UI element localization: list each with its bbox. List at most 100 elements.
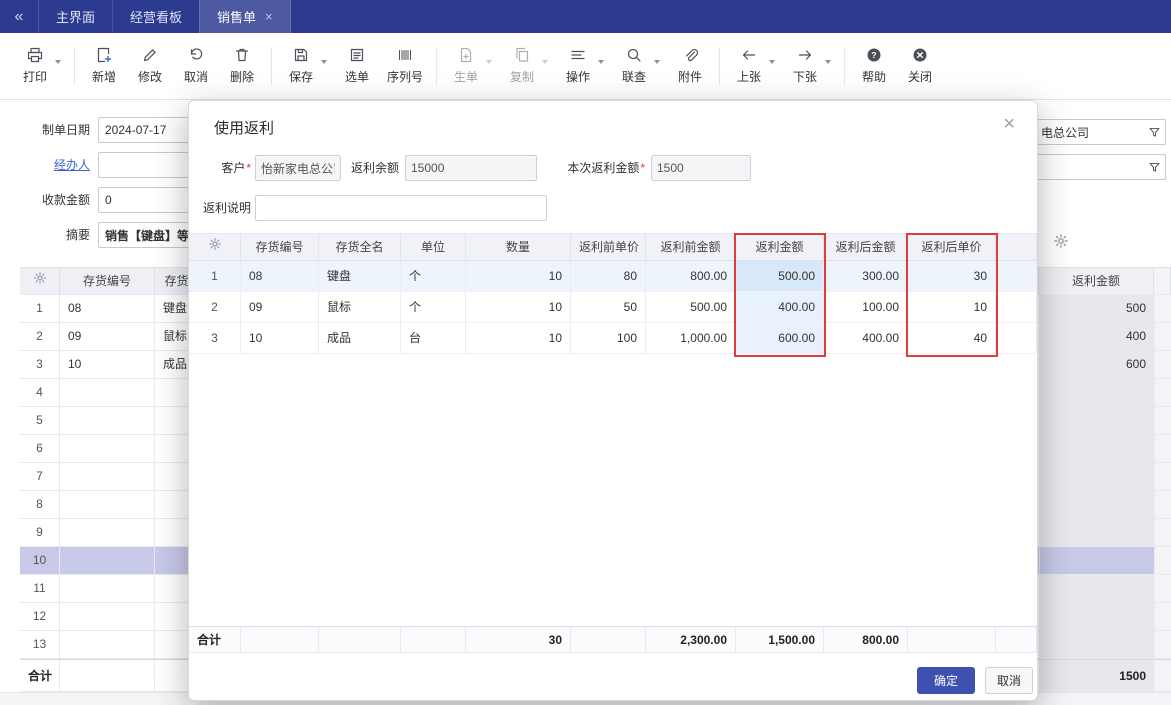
filter-icon[interactable] <box>1148 126 1161 139</box>
toolbar-button-打印[interactable]: 打印 <box>12 44 68 88</box>
cell-num[interactable]: 3 <box>20 351 60 378</box>
toolbar-button-下张[interactable]: 下张 <box>782 44 838 88</box>
customer-input[interactable]: 电总公司 <box>1036 119 1166 145</box>
cell-num[interactable]: 8 <box>20 491 60 518</box>
toolbar-button-修改[interactable]: 修改 <box>127 44 173 88</box>
cell-num[interactable]: 2 <box>20 323 60 350</box>
cell-unit[interactable]: 个 <box>401 292 466 322</box>
dropdown-caret-icon[interactable] <box>654 60 660 64</box>
dropdown-caret-icon[interactable] <box>825 60 831 64</box>
grid-settings-icon[interactable] <box>1053 233 1069 249</box>
cell-rebate[interactable]: 600 <box>1040 351 1155 378</box>
cell-rebate[interactable] <box>1040 407 1155 434</box>
cell-pre_amt[interactable]: 500.00 <box>646 292 736 322</box>
column-header-unit[interactable]: 单位 <box>401 234 466 260</box>
column-header-pre_price[interactable]: 返利前单价 <box>571 234 646 260</box>
cell-num[interactable]: 5 <box>20 407 60 434</box>
cell-qty[interactable]: 10 <box>466 261 571 291</box>
cell-num[interactable]: 9 <box>20 519 60 546</box>
column-header-code[interactable]: 存货编号 <box>241 234 319 260</box>
grid-settings-icon[interactable] <box>189 234 241 260</box>
table-row[interactable]: 310成品台101001,000.00600.00400.0040 <box>189 323 1037 354</box>
cell-post_price[interactable]: 10 <box>908 292 996 322</box>
toolbar-button-上张[interactable]: 上张 <box>726 44 782 88</box>
secondary-reference-input[interactable] <box>1036 154 1166 180</box>
column-header-post_amt[interactable]: 返利后金额 <box>824 234 908 260</box>
toolbar-button-附件[interactable]: 附件 <box>667 44 713 88</box>
rebate-amount-field-input[interactable] <box>651 155 751 181</box>
cell-name[interactable]: 键盘 <box>319 261 401 291</box>
handler-link[interactable]: 经办人 <box>24 152 90 178</box>
collapse-sidebar-button[interactable]: « <box>0 0 38 33</box>
customer-field-input[interactable] <box>255 155 341 181</box>
cell-num[interactable]: 1 <box>20 295 60 322</box>
cell-rebate[interactable] <box>1040 491 1155 518</box>
ok-button[interactable]: 确定 <box>917 667 975 694</box>
cell-post_price[interactable]: 40 <box>908 323 996 353</box>
cell-code[interactable] <box>60 519 155 546</box>
column-header-name[interactable]: 存货全名 <box>319 234 401 260</box>
cell-num[interactable]: 13 <box>20 631 60 658</box>
toolbar-button-关闭[interactable]: 关闭 <box>897 44 943 88</box>
cell-code[interactable] <box>60 603 155 630</box>
cell-qty[interactable]: 10 <box>466 323 571 353</box>
toolbar-button-帮助[interactable]: ?帮助 <box>851 44 897 88</box>
cell-pre_price[interactable]: 50 <box>571 292 646 322</box>
cell-name[interactable]: 鼠标 <box>319 292 401 322</box>
cell-code[interactable]: 08 <box>60 295 155 322</box>
column-header-pre_amt[interactable]: 返利前金额 <box>646 234 736 260</box>
cell-code[interactable] <box>60 575 155 602</box>
cell-code[interactable] <box>60 379 155 406</box>
cell-rebate[interactable]: 600.00 <box>736 323 824 353</box>
table-row[interactable]: 209鼠标个1050500.00400.00100.0010 <box>189 292 1037 323</box>
toolbar-button-新增[interactable]: 新增 <box>81 44 127 88</box>
cell-num[interactable]: 6 <box>20 435 60 462</box>
toolbar-button-联查[interactable]: 联查 <box>611 44 667 88</box>
cancel-button[interactable]: 取消 <box>985 667 1033 694</box>
cell-rebate[interactable] <box>1040 463 1155 490</box>
cell-code[interactable]: 09 <box>241 292 319 322</box>
cell-pre_price[interactable]: 80 <box>571 261 646 291</box>
dropdown-caret-icon[interactable] <box>542 60 548 64</box>
tab-销售单[interactable]: 销售单× <box>199 0 291 33</box>
dropdown-caret-icon[interactable] <box>769 60 775 64</box>
cell-post_amt[interactable]: 100.00 <box>824 292 908 322</box>
toolbar-button-取消[interactable]: 取消 <box>173 44 219 88</box>
grid-settings-icon[interactable] <box>20 268 60 294</box>
cell-post_amt[interactable]: 300.00 <box>824 261 908 291</box>
cell-rebate[interactable] <box>1040 575 1155 602</box>
cell-code[interactable]: 10 <box>60 351 155 378</box>
table-row[interactable]: 108键盘个1080800.00500.00300.0030 <box>189 261 1037 292</box>
cell-rebate[interactable] <box>1040 603 1155 630</box>
cell-qty[interactable]: 10 <box>466 292 571 322</box>
dropdown-caret-icon[interactable] <box>55 60 61 64</box>
cell-code[interactable] <box>60 463 155 490</box>
balance-field-input[interactable] <box>405 155 537 181</box>
dropdown-caret-icon[interactable] <box>598 60 604 64</box>
cell-name[interactable]: 成品 <box>319 323 401 353</box>
cell-unit[interactable]: 台 <box>401 323 466 353</box>
column-header-rebate[interactable]: 返利金额 <box>1039 268 1154 294</box>
column-header-rebate[interactable]: 返利金额 <box>736 234 824 260</box>
cell-code[interactable] <box>60 407 155 434</box>
filter-icon[interactable] <box>1148 161 1161 174</box>
cell-rebate[interactable] <box>1040 519 1155 546</box>
cell-num[interactable]: 2 <box>189 292 241 322</box>
toolbar-button-选单[interactable]: 选单 <box>334 44 380 88</box>
cell-num[interactable]: 10 <box>20 547 60 574</box>
dropdown-caret-icon[interactable] <box>321 60 327 64</box>
tab-close-icon[interactable]: × <box>265 10 273 23</box>
cell-rebate[interactable] <box>1040 547 1155 574</box>
toolbar-button-序列号[interactable]: 序列号 <box>380 44 430 88</box>
cell-post_price[interactable]: 30 <box>908 261 996 291</box>
cell-rebate[interactable]: 400.00 <box>736 292 824 322</box>
cell-code[interactable]: 10 <box>241 323 319 353</box>
cell-rebate[interactable]: 400 <box>1040 323 1155 350</box>
column-header-code[interactable]: 存货编号 <box>60 268 155 294</box>
cell-post_amt[interactable]: 400.00 <box>824 323 908 353</box>
cell-rebate[interactable] <box>1040 379 1155 406</box>
cell-rebate[interactable]: 500 <box>1040 295 1155 322</box>
dialog-close-icon[interactable]: × <box>1003 114 1015 134</box>
rebate-note-input[interactable] <box>255 195 547 221</box>
cell-num[interactable]: 4 <box>20 379 60 406</box>
